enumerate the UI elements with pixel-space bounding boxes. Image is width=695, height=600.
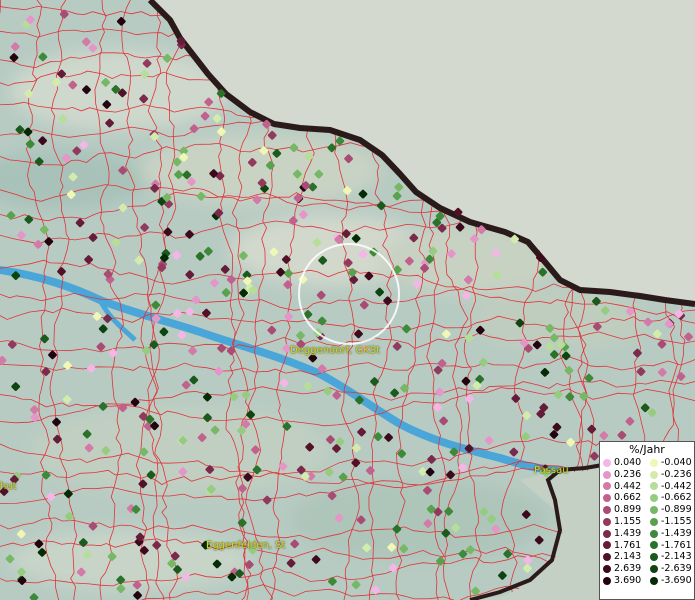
legend-entry-negative: -1.155 — [647, 516, 694, 528]
place-landshut[interactable]: hut — [0, 481, 17, 492]
legend-value: -2.639 — [661, 563, 692, 575]
legend-value: 0.899 — [614, 504, 642, 516]
legend-value: 0.236 — [614, 468, 642, 480]
legend-value: -3.690 — [661, 574, 692, 586]
legend-value: 0.040 — [614, 457, 642, 468]
legend-swatch — [650, 541, 658, 550]
legend-value: 2.639 — [614, 563, 642, 575]
legend: %/Jahr 0.040 -0.040 0.236 -0.236 0.442 -0.442… — [599, 441, 695, 600]
place-deggendorf[interactable]: Deggendorf, GKSt — [290, 345, 380, 356]
legend-value: -0.236 — [661, 468, 692, 480]
legend-value: 0.442 — [614, 480, 642, 492]
legend-swatch — [603, 553, 611, 562]
legend-swatch — [650, 576, 658, 585]
legend-rows: 0.040 -0.040 0.236 -0.236 0.442 -0.442 0.662 -0… — [600, 457, 694, 587]
legend-entry-positive: 3.690 — [600, 575, 647, 587]
legend-swatch — [603, 458, 611, 467]
legend-value: 1.439 — [614, 527, 642, 539]
legend-entry-negative: -0.442 — [647, 481, 694, 493]
legend-entry-positive: 0.662 — [600, 492, 647, 504]
legend-swatch — [650, 458, 658, 467]
legend-entry-positive: 0.040 — [600, 457, 647, 469]
legend-entry-negative: -1.439 — [647, 528, 694, 540]
legend-value: -1.155 — [661, 515, 692, 527]
place-eggenfelden[interactable]: Eggenfelden, St — [206, 540, 285, 551]
legend-entry-negative: -0.236 — [647, 469, 694, 481]
legend-entry-positive: 1.155 — [600, 516, 647, 528]
legend-row: 0.662 -0.662 — [600, 492, 694, 504]
legend-value: -0.662 — [661, 492, 692, 504]
legend-swatch — [650, 494, 658, 503]
place-passau[interactable]: Passau — [534, 465, 569, 476]
legend-swatch — [603, 541, 611, 550]
legend-value: 3.690 — [614, 574, 642, 586]
legend-value: -0.442 — [661, 480, 692, 492]
map-view[interactable]: Deggendorf, GKSt Passau Eggenfelden, St … — [0, 0, 695, 600]
legend-row: 2.143 -2.143 — [600, 551, 694, 563]
legend-entry-positive: 1.761 — [600, 540, 647, 552]
legend-row: 1.761 -1.761 — [600, 540, 694, 552]
legend-swatch — [650, 482, 658, 491]
legend-value: 0.662 — [614, 492, 642, 504]
legend-row: 1.155 -1.155 — [600, 516, 694, 528]
legend-title: %/Jahr — [629, 443, 665, 456]
legend-swatch — [603, 470, 611, 479]
legend-entry-positive: 0.236 — [600, 469, 647, 481]
legend-value: -1.439 — [661, 527, 692, 539]
legend-swatch — [603, 494, 611, 503]
legend-value: 2.143 — [614, 551, 642, 563]
legend-row: 1.439 -1.439 — [600, 528, 694, 540]
legend-entry-negative: -0.899 — [647, 504, 694, 516]
legend-row: 3.690 -3.690 — [600, 575, 694, 587]
legend-entry-negative: -2.143 — [647, 551, 694, 563]
legend-swatch — [650, 529, 658, 538]
legend-entry-negative: -0.662 — [647, 492, 694, 504]
legend-swatch — [650, 565, 658, 574]
legend-row: 0.040 -0.040 — [600, 457, 694, 469]
legend-swatch — [650, 553, 658, 562]
legend-value: 1.155 — [614, 515, 642, 527]
legend-swatch — [603, 576, 611, 585]
legend-value: -0.899 — [661, 504, 692, 516]
legend-row: 0.236 -0.236 — [600, 469, 694, 481]
legend-entry-positive: 2.143 — [600, 551, 647, 563]
legend-value: -1.761 — [661, 539, 692, 551]
legend-swatch — [603, 565, 611, 574]
legend-entry-negative: -1.761 — [647, 540, 694, 552]
legend-value: -0.040 — [661, 457, 692, 468]
legend-entry-negative: -2.639 — [647, 563, 694, 575]
legend-swatch — [603, 517, 611, 526]
legend-entry-negative: -0.040 — [647, 457, 694, 469]
legend-entry-negative: -3.690 — [647, 575, 694, 587]
legend-row: 0.442 -0.442 — [600, 481, 694, 493]
legend-swatch — [650, 517, 658, 526]
legend-entry-positive: 1.439 — [600, 528, 647, 540]
legend-row: 0.899 -0.899 — [600, 504, 694, 516]
legend-entry-positive: 0.442 — [600, 481, 647, 493]
legend-entry-positive: 2.639 — [600, 563, 647, 575]
legend-swatch — [650, 506, 658, 515]
legend-swatch — [603, 482, 611, 491]
legend-value: -2.143 — [661, 551, 692, 563]
map-canvas[interactable] — [0, 0, 695, 600]
legend-swatch — [650, 470, 658, 479]
legend-entry-positive: 0.899 — [600, 504, 647, 516]
legend-swatch — [603, 506, 611, 515]
legend-row: 2.639 -2.639 — [600, 563, 694, 575]
legend-swatch — [603, 529, 611, 538]
legend-value: 1.761 — [614, 539, 642, 551]
